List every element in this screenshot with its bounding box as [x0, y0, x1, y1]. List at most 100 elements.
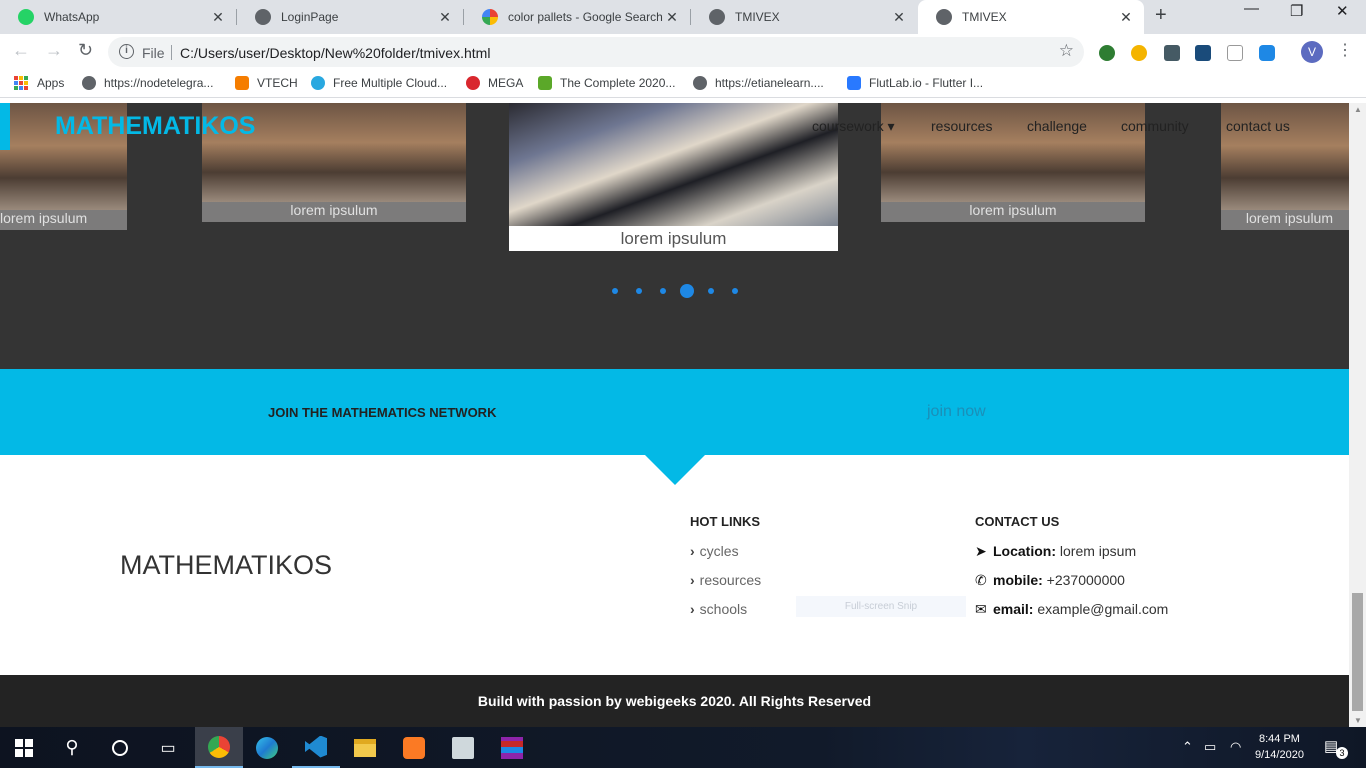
wifi-icon[interactable]: ◠: [1230, 739, 1241, 755]
carousel-slide[interactable]: lorem ipsulum: [881, 103, 1145, 222]
extension-notes-icon[interactable]: [1195, 45, 1211, 61]
scrollbar-thumb[interactable]: [1352, 593, 1363, 711]
carousel-slide-active[interactable]: lorem ipsulum: [509, 103, 838, 251]
new-tab-button[interactable]: +: [1155, 4, 1167, 27]
nav-challenge[interactable]: challenge: [1027, 118, 1087, 134]
windows-logo-icon: [15, 738, 33, 757]
start-button[interactable]: [0, 727, 48, 768]
tab-tmivex-1[interactable]: TMIVEX ✕: [691, 0, 917, 34]
hot-link-schools[interactable]: › schools: [690, 601, 747, 617]
extension-eyedropper-icon[interactable]: [1164, 45, 1180, 61]
extension-owl-icon[interactable]: [1131, 45, 1147, 61]
cortana-icon: [112, 739, 128, 756]
close-icon[interactable]: ✕: [664, 9, 680, 26]
taskbar-edge[interactable]: [243, 727, 291, 768]
cortana-button[interactable]: [96, 727, 144, 768]
profile-avatar[interactable]: V: [1301, 41, 1323, 63]
apps-grid-icon: [14, 76, 28, 90]
bookmark-star-icon[interactable]: ☆: [1059, 41, 1074, 61]
mobile-value: +237000000: [1046, 572, 1125, 588]
bookmark-vtech[interactable]: VTECH: [235, 76, 298, 90]
extension-globe-icon[interactable]: [1099, 45, 1115, 61]
bookmark-flutlab[interactable]: FlutLab.io - Flutter I...: [847, 76, 983, 90]
xampp-icon: [403, 736, 425, 759]
chevron-right-icon: ›: [690, 601, 695, 617]
reload-button[interactable]: ↻: [78, 40, 93, 61]
taskbar-chrome[interactable]: [195, 727, 243, 768]
bookmark-complete-2020[interactable]: The Complete 2020...: [538, 76, 675, 90]
extension-cube-icon[interactable]: [1259, 45, 1275, 61]
system-clock[interactable]: 8:44 PM 9/14/2020: [1255, 731, 1304, 763]
taskbar-xampp[interactable]: [390, 727, 438, 768]
carousel-dot[interactable]: [636, 288, 642, 294]
restore-button[interactable]: ❐: [1290, 2, 1303, 20]
taskbar-vscode[interactable]: [292, 727, 340, 768]
slide-caption: lorem ipsulum: [509, 226, 838, 251]
search-button[interactable]: ⚲: [48, 727, 96, 768]
forward-button[interactable]: →: [45, 40, 63, 61]
bookmark-apps[interactable]: Apps: [14, 76, 64, 90]
carousel-dot[interactable]: [612, 288, 618, 294]
taskbar-winrar[interactable]: [488, 727, 536, 768]
nav-contact-us[interactable]: contact us: [1226, 118, 1290, 134]
tab-loginpage[interactable]: LoginPage ✕: [237, 0, 463, 34]
scheme-label: File: [142, 45, 165, 61]
task-view-icon: ▭: [160, 739, 176, 757]
menu-kebab-icon[interactable]: ⋮: [1337, 40, 1353, 60]
close-icon[interactable]: ✕: [437, 9, 453, 26]
location-value: lorem ipsum: [1059, 543, 1137, 559]
tab-tmivex-active[interactable]: TMIVEX ✕: [918, 0, 1144, 34]
vscode-icon: [305, 735, 327, 758]
bookmark-etianelearn[interactable]: https://etianelearn....: [693, 76, 824, 90]
join-now-link[interactable]: join now: [927, 403, 986, 421]
nav-community[interactable]: community: [1121, 118, 1189, 134]
address-bar[interactable]: i File C:/Users/user/Desktop/New%20folde…: [108, 37, 1084, 67]
slide-caption: lorem ipsulum: [202, 202, 466, 222]
link-label: resources: [699, 572, 762, 588]
window-close-button[interactable]: ✕: [1336, 2, 1349, 20]
chevron-right-icon: ›: [690, 543, 695, 559]
tab-google-search[interactable]: color pallets - Google Search ✕: [464, 0, 690, 34]
page-scrollbar[interactable]: ▲ ▼: [1349, 103, 1366, 727]
battery-icon[interactable]: ▭: [1204, 739, 1216, 755]
hot-link-resources[interactable]: › resources: [690, 572, 761, 588]
scroll-down-icon[interactable]: ▼: [1354, 716, 1362, 725]
extension-json-icon[interactable]: [1227, 45, 1243, 61]
close-icon[interactable]: ✕: [1118, 9, 1134, 26]
task-view-button[interactable]: ▭: [144, 727, 192, 768]
show-hidden-icons[interactable]: ⌃: [1182, 739, 1193, 755]
minimize-button[interactable]: —: [1244, 0, 1259, 17]
join-banner: JOIN THE MATHEMATICS NETWORK join now: [0, 369, 1349, 455]
scroll-up-icon[interactable]: ▲: [1354, 105, 1362, 114]
email-value[interactable]: example@gmail.com: [1037, 601, 1168, 617]
envelope-icon: ✉: [975, 601, 987, 617]
site-logo[interactable]: MATHEMATIKOS: [55, 112, 255, 141]
cloud-icon: [311, 76, 325, 90]
banner-arrow: [645, 455, 705, 485]
tab-whatsapp[interactable]: WhatsApp ✕: [0, 0, 236, 34]
bookmarks-bar: Apps https://nodetelegra... VTECH Free M…: [0, 70, 1366, 98]
bookmark-nodetelegram[interactable]: https://nodetelegra...: [82, 76, 213, 90]
snip-overlay: Full-screen Snip: [796, 596, 966, 617]
location-arrow-icon: ➤: [975, 543, 987, 559]
bookmark-cloud[interactable]: Free Multiple Cloud...: [311, 76, 447, 90]
close-icon[interactable]: ✕: [891, 9, 907, 26]
bookmark-mega[interactable]: MEGA: [466, 76, 523, 90]
tab-title: LoginPage: [281, 10, 339, 24]
carousel-dot-active[interactable]: [680, 284, 694, 298]
carousel-dot[interactable]: [732, 288, 738, 294]
nav-coursework[interactable]: coursework ▾: [812, 118, 895, 135]
carousel-dot[interactable]: [708, 288, 714, 294]
info-icon[interactable]: i: [119, 44, 134, 59]
hot-link-cycles[interactable]: › cycles: [690, 543, 739, 559]
nav-resources[interactable]: resources: [931, 118, 992, 134]
url-text[interactable]: C:/Users/user/Desktop/New%20folder/tmive…: [180, 45, 490, 61]
tab-title: TMIVEX: [962, 10, 1007, 24]
taskbar-file-explorer[interactable]: [341, 727, 389, 768]
back-button[interactable]: ←: [12, 40, 30, 61]
email-label: email:: [993, 601, 1034, 617]
close-icon[interactable]: ✕: [210, 9, 226, 26]
carousel-dot[interactable]: [660, 288, 666, 294]
bookmark-label: The Complete 2020...: [560, 76, 676, 90]
taskbar-app[interactable]: [439, 727, 487, 768]
